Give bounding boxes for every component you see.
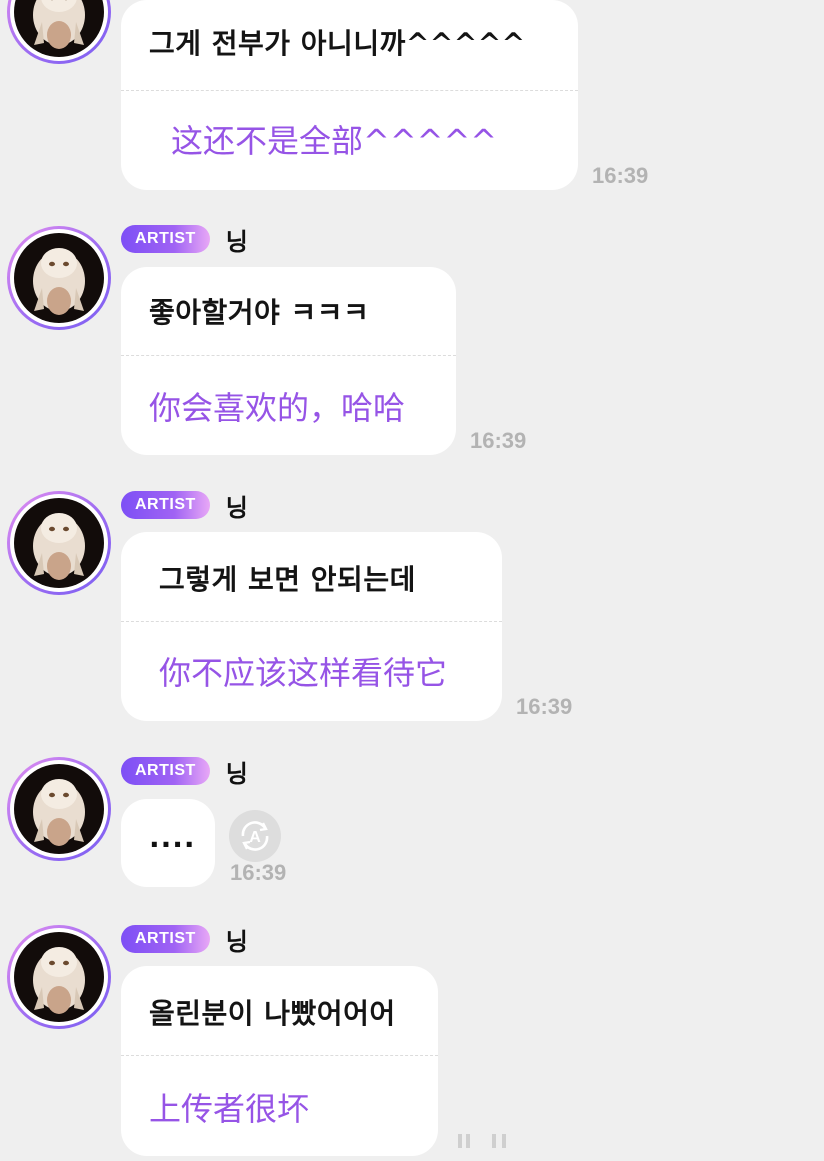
message-timestamp: 16:39: [592, 163, 649, 188]
artist-avatar[interactable]: [7, 491, 111, 595]
message-bubble[interactable]: 좋아할거야 ㅋㅋㅋ 你会喜欢的，哈哈: [121, 267, 456, 455]
artist-name[interactable]: 닝: [226, 754, 248, 789]
message-header: ARTIST 닝: [121, 922, 248, 957]
message-timestamp: 16:39: [230, 860, 287, 885]
translated-message-text: 你会喜欢的，哈哈: [149, 389, 406, 427]
artist-avatar[interactable]: [7, 226, 111, 330]
translated-message-text: 你不应该这样看待它: [159, 654, 448, 692]
svg-text:A: A: [249, 829, 261, 846]
avatar-photo: [14, 233, 104, 323]
artist-badge: ARTIST: [121, 925, 210, 953]
message-timestamp-partial: [456, 1126, 516, 1150]
message-bubble[interactable]: 올린분이 나빴어어어 上传者很坏: [121, 966, 438, 1156]
message-header: ARTIST 닝: [121, 222, 248, 257]
artist-avatar[interactable]: [7, 757, 111, 861]
translated-message-text: 上传者很坏: [149, 1090, 310, 1128]
original-message-text: 그게 전부가 아니니까^^^^^: [149, 27, 526, 60]
message-bubble[interactable]: ....: [121, 799, 215, 887]
original-message-text: 좋아할거야 ㅋㅋㅋ: [149, 296, 370, 329]
artist-badge: ARTIST: [121, 225, 210, 253]
avatar-photo: [14, 764, 104, 854]
translation-divider: [121, 621, 502, 622]
avatar-photo: [14, 932, 104, 1022]
artist-avatar[interactable]: [7, 0, 111, 64]
message-bubble[interactable]: 그렇게 보면 안되는데 你不应该这样看待它: [121, 532, 502, 721]
artist-badge: ARTIST: [121, 491, 210, 519]
translated-message-text: 这还不是全部^^^^^: [171, 122, 498, 160]
artist-badge: ARTIST: [121, 757, 210, 785]
message-bubble[interactable]: 그게 전부가 아니니까^^^^^ 这还不是全部^^^^^: [121, 0, 578, 190]
message-header: ARTIST 닝: [121, 488, 248, 523]
message-timestamp: 16:39: [470, 428, 527, 453]
artist-avatar[interactable]: [7, 925, 111, 1029]
artist-name[interactable]: 닝: [226, 222, 248, 257]
translation-divider: [121, 90, 578, 91]
message-header: ARTIST 닝: [121, 754, 248, 789]
original-message-text: 올린분이 나빴어어어: [149, 997, 396, 1030]
translation-divider: [121, 355, 456, 356]
chat-thread[interactable]: 그게 전부가 아니니까^^^^^ 这还不是全部^^^^^ 16:39 ARTIS…: [0, 0, 824, 1161]
avatar-photo: [14, 498, 104, 588]
original-message-text: ....: [149, 821, 196, 854]
translate-icon[interactable]: A: [229, 810, 281, 862]
artist-name[interactable]: 닝: [226, 922, 248, 957]
artist-name[interactable]: 닝: [226, 488, 248, 523]
original-message-text: 그렇게 보면 안되는데: [159, 563, 416, 596]
message-timestamp: 16:39: [516, 694, 573, 719]
avatar-photo: [14, 0, 104, 57]
translation-divider: [121, 1055, 438, 1056]
